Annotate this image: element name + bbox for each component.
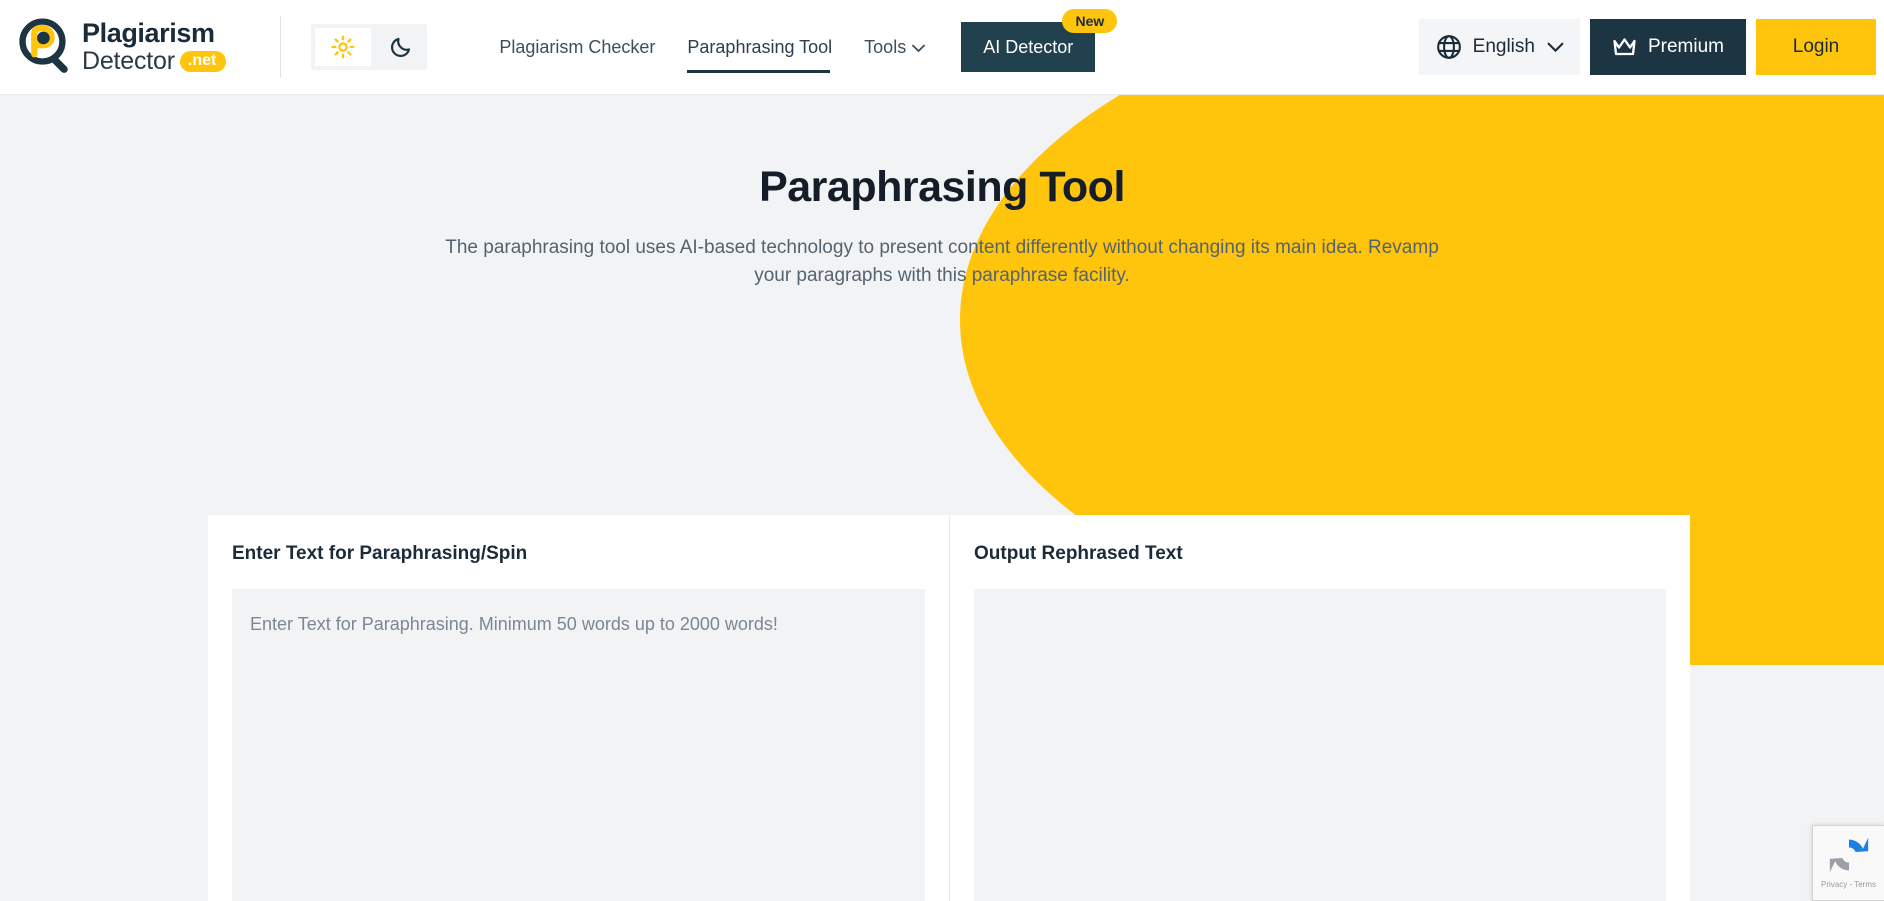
magnifier-logo-icon xyxy=(19,18,68,73)
ai-detector-label: AI Detector xyxy=(983,36,1074,57)
output-panel: Output Rephrased Text xyxy=(949,515,1690,901)
logo-tld-badge: .net xyxy=(179,51,227,72)
logo-line-plagiarism: Plagiarism xyxy=(82,18,215,48)
premium-button[interactable]: Premium xyxy=(1589,19,1746,75)
hero-subtitle: The paraphrasing tool uses AI-based tech… xyxy=(445,237,1439,286)
nav-label: Tools xyxy=(864,36,907,57)
input-panel-title: Enter Text for Paraphrasing/Spin xyxy=(232,543,528,564)
nav-link-plagiarism-checker[interactable]: Plagiarism Checker xyxy=(499,0,655,95)
header-divider xyxy=(280,16,282,78)
nav-link-tools[interactable]: Tools xyxy=(864,0,926,95)
ai-detector-wrapper: AI Detector New xyxy=(961,9,1118,72)
login-label: Login xyxy=(1792,36,1840,57)
page-body: Paraphrasing Tool The paraphrasing tool … xyxy=(0,95,1884,901)
chevron-down-icon xyxy=(1547,42,1564,52)
login-button[interactable]: Login xyxy=(1756,19,1876,75)
premium-label: Premium xyxy=(1647,36,1724,57)
language-selector[interactable]: English xyxy=(1418,19,1580,75)
input-panel: Enter Text for Paraphrasing/Spin xyxy=(208,515,949,901)
theme-toggle-light[interactable] xyxy=(315,28,372,66)
crown-icon xyxy=(1612,36,1637,58)
site-logo[interactable]: Plagiarism Detector .net xyxy=(18,0,227,95)
logo-line-detector: Detector xyxy=(82,47,175,75)
globe-icon xyxy=(1436,35,1461,59)
paraphrase-output-textarea[interactable] xyxy=(974,589,1666,901)
recaptcha-icon xyxy=(1829,837,1868,873)
page-title: Paraphrasing Tool xyxy=(759,163,1125,211)
chevron-down-icon xyxy=(912,37,926,58)
logo-wordmark: Plagiarism Detector .net xyxy=(82,18,227,75)
recaptcha-terms: Privacy - Terms xyxy=(1821,880,1876,889)
sun-icon xyxy=(331,35,355,59)
header-actions: English Premium Login xyxy=(1418,0,1884,95)
recaptcha-badge[interactable]: Privacy - Terms xyxy=(1812,825,1884,901)
hero-section: Paraphrasing Tool The paraphrasing tool … xyxy=(0,95,1884,289)
language-label: English xyxy=(1472,36,1535,57)
moon-icon xyxy=(391,37,411,57)
paraphrase-input-textarea[interactable] xyxy=(232,589,925,901)
nav-label: Plagiarism Checker xyxy=(499,36,656,57)
main-nav: Plagiarism Checker Paraphrasing Tool Too… xyxy=(499,0,1118,95)
theme-toggle-dark[interactable] xyxy=(379,28,423,66)
output-panel-title: Output Rephrased Text xyxy=(974,543,1183,564)
site-header: Plagiarism Detector .net Plagiarism Chec… xyxy=(0,0,1884,95)
new-badge: New xyxy=(1062,9,1118,33)
nav-label: Paraphrasing Tool xyxy=(687,36,833,57)
theme-toggle[interactable] xyxy=(311,24,428,70)
tool-panels: Enter Text for Paraphrasing/Spin Output … xyxy=(208,515,1690,901)
nav-link-paraphrasing-tool[interactable]: Paraphrasing Tool xyxy=(687,0,832,95)
